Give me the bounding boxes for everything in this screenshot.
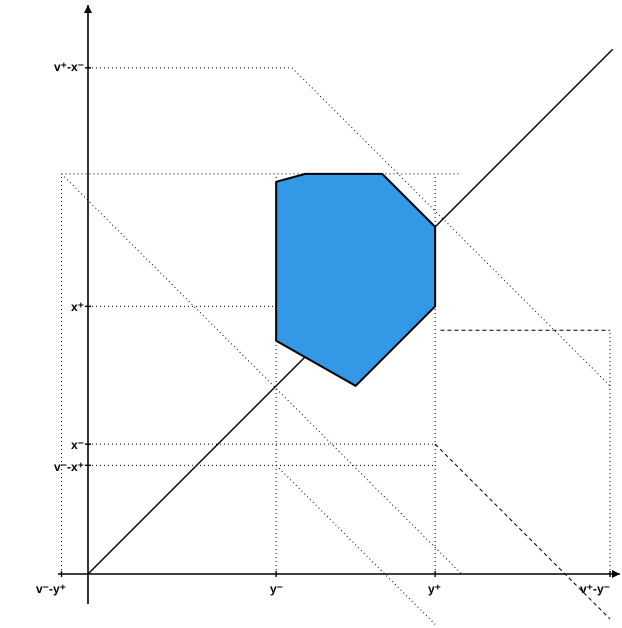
y-tick-vp-xm: v⁺-x⁻ (48, 60, 84, 74)
y-tick-xm: x⁻ (68, 438, 84, 452)
diagram-stage: v⁻-y⁺ y⁻ y⁺ v⁺-y⁻ v⁻-x⁺ x⁻ x⁺ v⁺-x⁻ (0, 0, 622, 628)
x-tick-yp: y⁺ (428, 582, 441, 596)
diagram-svg (0, 0, 622, 628)
x-axis-arrow-icon (612, 570, 620, 578)
x-tick-vm-yp: v⁻-y⁺ (36, 582, 66, 596)
x-tick-ym: y⁻ (270, 582, 283, 596)
y-axis-arrow-icon (84, 5, 92, 13)
y-tick-vm-xp: v⁻-x⁺ (48, 460, 84, 474)
y-tick-xp: x⁺ (68, 300, 84, 314)
feasible-region (276, 174, 435, 386)
diag-lower-dot (276, 465, 435, 624)
x-tick-vp-ym: v⁺-y⁻ (580, 582, 610, 596)
